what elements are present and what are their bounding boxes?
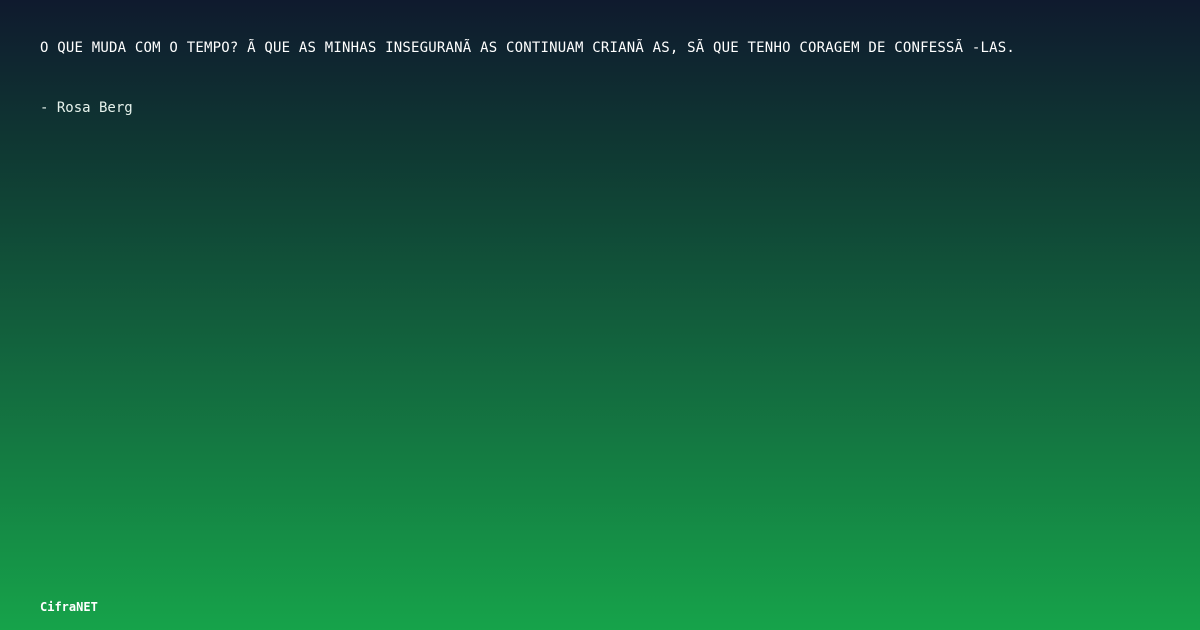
quote-author: - Rosa Berg <box>40 100 133 116</box>
brand-label: CifraNET <box>40 600 98 614</box>
quote-text: O QUE MUDA COM O TEMPO? Ã QUE AS MINHAS … <box>40 40 1016 56</box>
